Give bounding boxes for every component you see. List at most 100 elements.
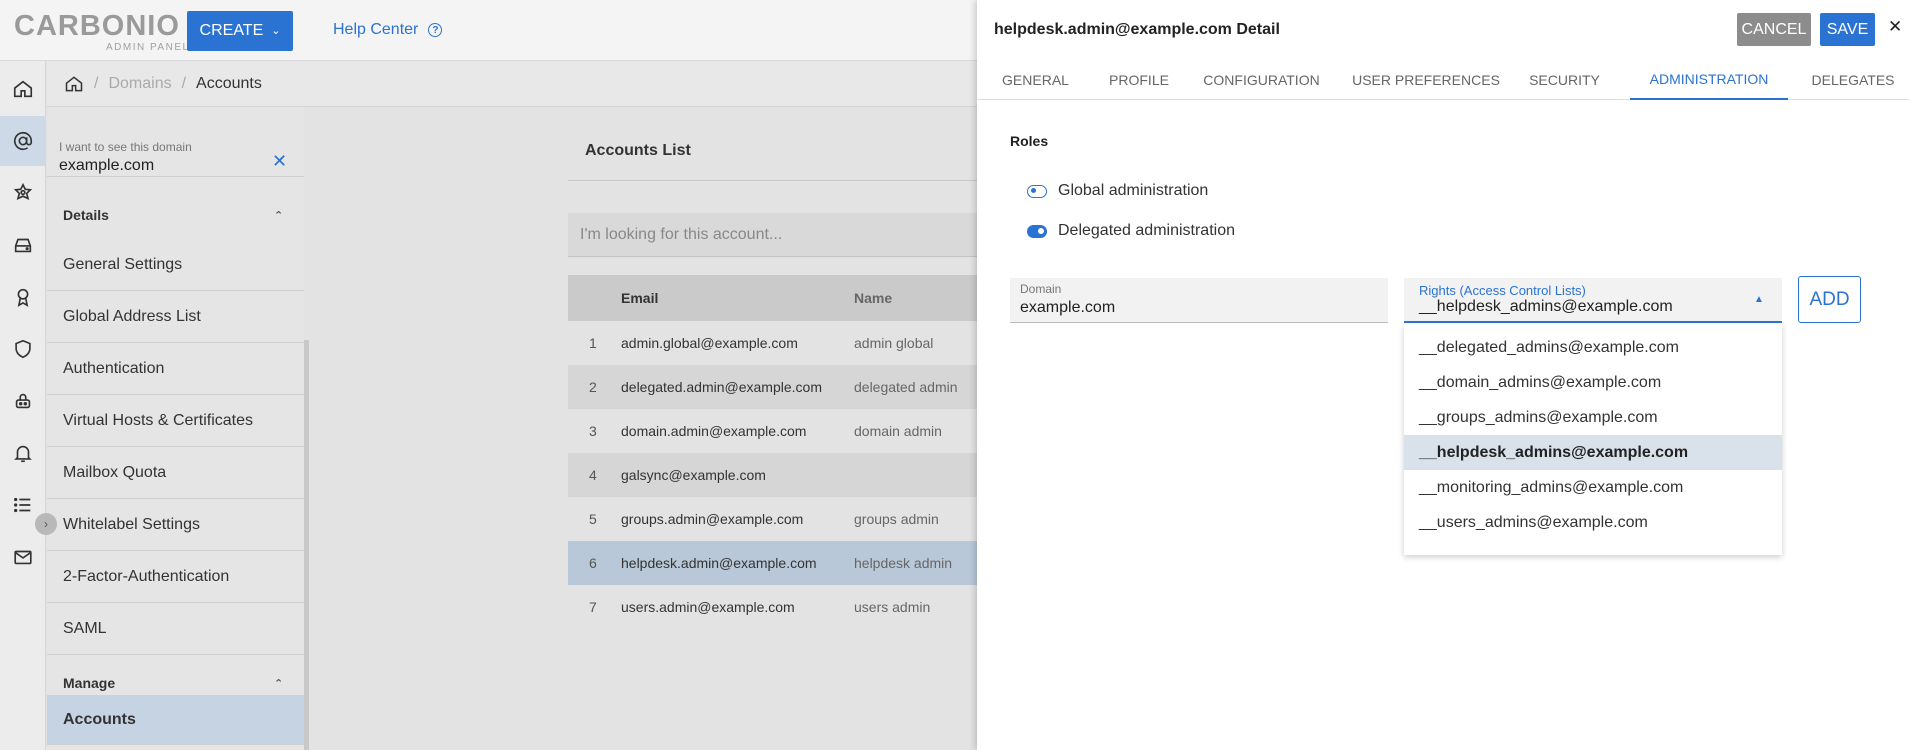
accounts-list-title: Accounts List: [585, 142, 691, 159]
breadcrumb-domains[interactable]: Domains: [108, 75, 171, 93]
dropdown-option[interactable]: __monitoring_admins@example.com: [1404, 470, 1782, 505]
dropdown-option[interactable]: __domain_admins@example.com: [1404, 365, 1782, 400]
column-email[interactable]: Email: [621, 290, 854, 306]
row-number: 6: [589, 555, 597, 571]
roles-label: Roles: [1010, 133, 1049, 149]
tab-general[interactable]: GENERAL: [986, 59, 1085, 100]
rail-domains[interactable]: [0, 116, 46, 166]
cos-icon: [13, 182, 33, 200]
domain-selector[interactable]: I want to see this domain example.com ✕: [47, 117, 304, 177]
table-header: Email Name: [568, 275, 977, 321]
sidebar-item-2fa[interactable]: 2-Factor-Authentication: [47, 551, 304, 603]
domain-field-value: example.com: [1020, 299, 1116, 316]
domain-field-label: Domain: [1020, 282, 1062, 296]
sidebar-item-saml[interactable]: SAML: [47, 603, 304, 655]
tab-configuration[interactable]: CONFIGURATION: [1193, 59, 1330, 100]
tab-profile[interactable]: PROFILE: [1097, 59, 1181, 100]
dropdown-option[interactable]: __groups_admins@example.com: [1404, 400, 1782, 435]
dropdown-option[interactable]: __users_admins@example.com: [1404, 505, 1782, 540]
subscription-icon: [17, 288, 29, 307]
rail-subscriptions[interactable]: [0, 272, 46, 322]
global-administration-label: Global administration: [1058, 182, 1209, 199]
rail-home[interactable]: [0, 64, 46, 114]
breadcrumb-separator: /: [181, 74, 187, 92]
table-row-selected[interactable]: 6 helpdesk.admin@example.com helpdesk ad…: [568, 541, 977, 585]
logo-subtitle: ADMIN PANEL: [106, 42, 190, 53]
sidebar-item-accounts[interactable]: Accounts: [47, 695, 304, 745]
rail-notifications[interactable]: [0, 428, 46, 478]
delegated-administration-toggle[interactable]: [1027, 224, 1047, 238]
row-name: groups admin: [854, 511, 939, 527]
rail-cos[interactable]: [0, 168, 46, 218]
account-detail-drawer: helpdesk.admin@example.com Detail CANCEL…: [977, 0, 1909, 750]
details-section-header[interactable]: Details ⌃: [47, 191, 304, 239]
dropdown-option[interactable]: __delegated_admins@example.com: [1404, 330, 1782, 365]
home-icon: [13, 80, 33, 98]
table-row[interactable]: 7 users.admin@example.com users admin: [568, 585, 977, 629]
sidebar-scrollbar[interactable]: [304, 340, 309, 750]
chevron-up-icon: ⌃: [274, 677, 284, 690]
manage-section-title: Manage: [63, 675, 116, 691]
tab-administration[interactable]: ADMINISTRATION: [1630, 59, 1788, 100]
create-label: CREATE: [199, 22, 264, 39]
breadcrumb: / Domains / Accounts: [47, 61, 977, 107]
rail-mail[interactable]: [0, 532, 46, 582]
clear-icon[interactable]: ✕: [272, 151, 287, 172]
column-name[interactable]: Name: [854, 290, 977, 306]
add-button[interactable]: ADD: [1798, 276, 1861, 323]
chevron-up-icon: ⌃: [274, 209, 284, 222]
table-row[interactable]: 3 domain.admin@example.com domain admin: [568, 409, 977, 453]
table-row[interactable]: 2 delegated.admin@example.com delegated …: [568, 365, 977, 409]
rights-select-label: Rights (Access Control Lists): [1419, 283, 1586, 298]
rights-select[interactable]: Rights (Access Control Lists) __helpdesk…: [1404, 278, 1782, 323]
detail-tabs: GENERAL PROFILE CONFIGURATION USER PREFE…: [977, 59, 1909, 100]
delegated-administration-label: Delegated administration: [1058, 222, 1235, 239]
delegated-administration-option[interactable]: Delegated administration: [1027, 222, 1235, 240]
table-row[interactable]: 1 admin.global@example.com admin global: [568, 321, 977, 365]
help-icon: ?: [428, 23, 443, 37]
account-search-input[interactable]: I'm looking for this account...: [568, 213, 977, 257]
tab-delegates[interactable]: DELEGATES: [1800, 59, 1906, 100]
sidebar-item-virtual-hosts[interactable]: Virtual Hosts & Certificates: [47, 395, 304, 447]
row-number: 2: [589, 379, 597, 395]
chevron-right-icon[interactable]: ›: [35, 513, 57, 535]
carbonio-logo[interactable]: CARBONIO ADMIN PANEL: [14, 10, 188, 53]
tab-user-preferences[interactable]: USER PREFERENCES: [1342, 59, 1510, 100]
row-number: 1: [589, 335, 597, 351]
rail-backup[interactable]: [0, 376, 46, 426]
sidebar-item-authentication[interactable]: Authentication: [47, 343, 304, 395]
cancel-button[interactable]: CANCEL: [1737, 13, 1811, 46]
global-administration-toggle[interactable]: [1027, 184, 1047, 198]
create-button[interactable]: CREATE ⌄: [187, 11, 293, 51]
domain-selector-label: I want to see this domain: [59, 140, 192, 154]
row-email: galsync@example.com: [621, 467, 766, 483]
home-icon[interactable]: [64, 74, 84, 94]
details-section-title: Details: [63, 207, 109, 223]
domain-sidebar: I want to see this domain example.com ✕ …: [47, 107, 309, 750]
sidebar-item-global-address-list[interactable]: Global Address List: [47, 291, 304, 343]
help-center-link[interactable]: Help Center ?: [333, 21, 443, 39]
dropdown-option-selected[interactable]: __helpdesk_admins@example.com: [1404, 435, 1782, 470]
tab-security[interactable]: SECURITY: [1522, 59, 1607, 100]
sidebar-item-mailbox-quota[interactable]: Mailbox Quota: [47, 447, 304, 499]
row-email: groups.admin@example.com: [621, 511, 804, 527]
rail-storage[interactable]: [0, 220, 46, 270]
domain-field[interactable]: Domain example.com: [1010, 278, 1388, 323]
save-button[interactable]: SAVE: [1820, 13, 1875, 46]
rail-security[interactable]: [0, 324, 46, 374]
security-icon: [15, 339, 31, 359]
row-number: 5: [589, 511, 597, 527]
sidebar-item-whitelabel-settings[interactable]: Whitelabel Settings: [47, 499, 304, 551]
table-row[interactable]: 4 galsync@example.com: [568, 453, 977, 497]
caret-up-icon[interactable]: ▲: [1754, 294, 1764, 305]
row-name: delegated admin: [854, 379, 958, 395]
row-number: 4: [589, 467, 597, 483]
global-administration-option[interactable]: Global administration: [1027, 182, 1208, 200]
row-email: domain.admin@example.com: [621, 423, 807, 439]
sidebar-item-general-settings[interactable]: General Settings: [47, 239, 304, 291]
accounts-table: Email Name 1 admin.global@example.com ad…: [568, 275, 977, 629]
rights-dropdown-menu: __delegated_admins@example.com __domain_…: [1404, 324, 1782, 555]
close-icon[interactable]: ✕: [1888, 17, 1902, 37]
divider: [568, 180, 977, 181]
table-row[interactable]: 5 groups.admin@example.com groups admin: [568, 497, 977, 541]
